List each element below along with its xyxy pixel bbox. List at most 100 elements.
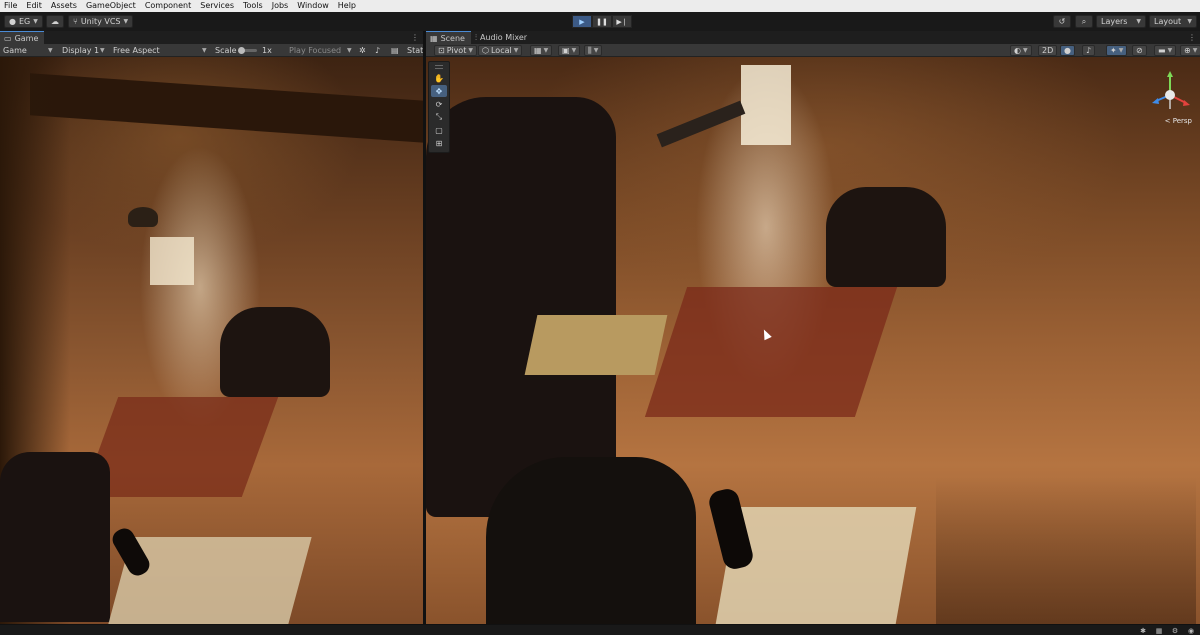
pivot-icon: ⊡ <box>438 46 445 55</box>
attic-window <box>741 65 791 145</box>
menu-component[interactable]: Component <box>141 0 196 12</box>
foreground-armchair <box>486 457 696 624</box>
chevron-down-icon: ▼ <box>123 18 129 25</box>
transform-tool-button[interactable]: ⊞ <box>431 137 447 149</box>
tab-game[interactable]: ▭ Game <box>0 31 45 44</box>
eye-off-icon: ⊘ <box>1136 46 1143 55</box>
settings-icon[interactable]: ⚙ <box>1170 626 1180 635</box>
pivot-label: Pivot <box>446 46 467 55</box>
stats-button[interactable]: Stats <box>407 44 423 57</box>
local-label: Local <box>490 46 512 55</box>
search-button[interactable]: ⌕ <box>1075 15 1093 28</box>
cloud-button[interactable]: ☁ <box>46 15 64 28</box>
chevron-down-icon: ▼ <box>202 47 207 54</box>
play-button[interactable]: ▶ <box>572 15 592 28</box>
mute-audio-icon[interactable]: ✲ <box>359 44 366 57</box>
toggle-2d-label: 2D <box>1042 46 1054 55</box>
projection-label[interactable]: < Persp <box>1165 117 1192 125</box>
grid-snap-dropdown[interactable]: ▦ ▼ <box>530 45 553 56</box>
menu-bar: File Edit Assets GameObject Component Se… <box>0 0 1200 12</box>
package-icon[interactable]: ▦ <box>1154 626 1164 635</box>
scene-viewport[interactable]: ✋ ✥ ⟳ ⤡ ▢ ⊞ < Persp <box>426 57 1200 624</box>
aspect-label: Free Aspect <box>113 46 160 55</box>
book-on-table <box>524 315 668 375</box>
hand-icon: ✋ <box>434 73 444 83</box>
lighting-toggle[interactable]: ● <box>1060 45 1075 56</box>
hand-tool-button[interactable]: ✋ <box>431 72 447 84</box>
layout-label: Layout <box>1154 17 1182 26</box>
chevron-down-icon: ▼ <box>1187 18 1192 25</box>
bug-icon[interactable]: ✱ <box>1138 626 1148 635</box>
game-mode-dropdown[interactable]: Game <box>3 44 27 57</box>
rect-tool-button[interactable]: ▢ <box>431 124 447 136</box>
step-button[interactable]: ▶❘ <box>612 15 632 28</box>
panel-menu-icon[interactable]: ⋮ <box>1188 31 1196 44</box>
pause-button[interactable]: ❚❚ <box>592 15 612 28</box>
display-dropdown[interactable]: Display 1 <box>62 44 99 57</box>
volume-icon[interactable]: ♪ <box>375 44 380 57</box>
effects-icon: ✦ <box>1110 46 1117 55</box>
layers-dropdown[interactable]: Layers ▼ <box>1096 15 1146 28</box>
menu-jobs[interactable]: Jobs <box>268 0 294 12</box>
game-viewport[interactable] <box>0 57 423 624</box>
menu-gameobject[interactable]: GameObject <box>82 0 141 12</box>
cloud-icon: ☁ <box>51 17 59 26</box>
stats-label: Stats <box>407 46 423 55</box>
toggle-2d-button[interactable]: 2D <box>1038 45 1058 56</box>
menu-file[interactable]: File <box>0 0 22 12</box>
account-dropdown[interactable]: ● EG ▼ <box>4 15 43 28</box>
chevron-down-icon: ▼ <box>347 47 352 54</box>
menu-tools[interactable]: Tools <box>239 0 268 12</box>
camera-dropdown[interactable]: ▬ ▼ <box>1154 45 1177 56</box>
aspect-dropdown[interactable]: Free Aspect <box>113 44 160 57</box>
stats-icon[interactable]: ▤ <box>391 44 399 57</box>
main-toolbar: ● EG ▼ ☁ ⑂ Unity VCS ▼ ▶ ❚❚ ▶❘ ↺ ⌕ Layer… <box>0 12 1200 31</box>
gizmos-dropdown[interactable]: ⊕ ▼ <box>1180 45 1200 56</box>
effects-dropdown[interactable]: ✦ ▼ <box>1106 45 1128 56</box>
gamepad-icon: ▭ <box>4 33 12 43</box>
scale-slider-handle[interactable] <box>238 47 245 54</box>
menu-services[interactable]: Services <box>196 0 239 12</box>
lightbulb-icon: ● <box>1064 46 1071 55</box>
play-focused-label: Play Focused <box>289 46 342 55</box>
panel-menu-icon[interactable]: ⋮ <box>411 31 419 44</box>
chevron-down-icon: ▼ <box>571 47 577 54</box>
local-dropdown[interactable]: ⬡ Local ▼ <box>478 45 523 56</box>
hanging-lamp <box>128 207 158 227</box>
status-icons: ✱ ▦ ⚙ ◉ <box>1138 626 1196 635</box>
play-controls: ▶ ❚❚ ▶❘ <box>572 15 632 28</box>
menu-window[interactable]: Window <box>293 0 334 12</box>
tab-audio-mixer[interactable]: ⫶ Audio Mixer <box>471 31 533 44</box>
scene-tabbar: ▦ Scene ⫶ Audio Mixer ⋮ <box>426 31 1200 44</box>
tab-game-label: Game <box>14 33 39 43</box>
history-button[interactable]: ↺ <box>1053 15 1071 28</box>
armchair <box>220 307 330 397</box>
move-tool-button[interactable]: ✥ <box>431 85 447 97</box>
align-dropdown[interactable]: ⫼ ▼ <box>584 45 603 56</box>
vcs-label: Unity VCS <box>80 17 121 26</box>
attic-window <box>150 237 194 285</box>
scene-icon: ▦ <box>430 33 438 43</box>
notification-icon[interactable]: ◉ <box>1186 626 1196 635</box>
chevron-down-icon: ▼ <box>468 47 473 54</box>
increment-snap-dropdown[interactable]: ▣ ▼ <box>558 45 581 56</box>
layers-label: Layers <box>1101 17 1128 26</box>
menu-edit[interactable]: Edit <box>22 0 47 12</box>
play-focused-dropdown[interactable]: Play Focused <box>289 44 341 57</box>
local-icon: ⬡ <box>482 46 489 55</box>
layout-dropdown[interactable]: Layout ▼ <box>1149 15 1197 28</box>
rotate-tool-button[interactable]: ⟳ <box>431 98 447 110</box>
audio-toggle[interactable]: ♪ <box>1082 45 1096 56</box>
pivot-dropdown[interactable]: ⊡ Pivot ▼ <box>434 45 477 56</box>
chevron-down-icon: ▼ <box>100 47 105 54</box>
shading-mode-dropdown[interactable]: ◐ ▼ <box>1010 45 1032 56</box>
drag-handle[interactable] <box>435 65 443 69</box>
menu-help[interactable]: Help <box>334 0 361 12</box>
tab-scene[interactable]: ▦ Scene <box>426 31 471 44</box>
scale-icon: ⤡ <box>435 112 443 121</box>
vcs-dropdown[interactable]: ⑂ Unity VCS ▼ <box>68 15 134 28</box>
scale-tool-button[interactable]: ⤡ <box>431 111 447 123</box>
hidden-objects-toggle[interactable]: ⊘ <box>1132 45 1147 56</box>
scale-value: 1x <box>262 46 272 55</box>
menu-assets[interactable]: Assets <box>47 0 82 12</box>
